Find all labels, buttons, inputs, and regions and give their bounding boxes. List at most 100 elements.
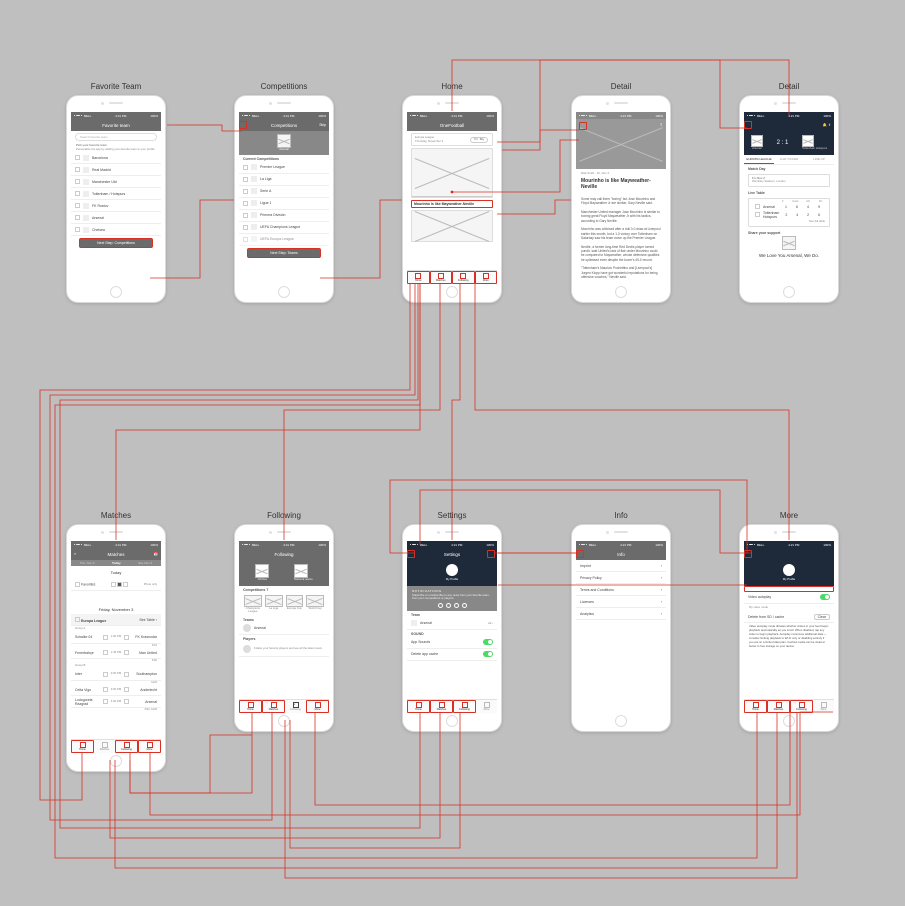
header: OneFootball [407,119,497,131]
headline[interactable]: Mourinho is like Mayweather-Neville [414,202,490,206]
fixture-row[interactable]: Celta Vigo3:00 PMAnderlecht [71,684,161,696]
profile-button[interactable]: My Profile [407,560,497,586]
league-row[interactable]: Serie A [239,186,329,198]
share-icon[interactable]: ⇪ [660,122,663,127]
bell-icon[interactable]: 🔔 [823,123,827,127]
video-autoplay-toggle[interactable]: Video autoplay [744,592,834,604]
team-row[interactable]: Arsenal [71,212,161,224]
tab-following[interactable]: Following [453,700,476,713]
status-bar: BELL 4:21 PM 100% [744,541,834,548]
tab-matches[interactable]: Matches [430,271,453,284]
back-button[interactable] [579,122,587,130]
screen-label: Matches [67,511,165,520]
league-row[interactable]: UEFA Champions League [239,222,329,234]
notif-type-icon[interactable] [462,603,467,608]
tab-lineup[interactable]: LINE UP [804,155,834,164]
tab-following[interactable]: Following [790,700,813,713]
calendar-icon[interactable]: 📅 [151,548,161,560]
skip-button[interactable]: Skip [316,119,329,131]
day-next[interactable]: Sat, Nov 4 [138,561,152,565]
tab-bar: Home Matches ★Following More [239,699,329,713]
info-item[interactable]: Analytics› [576,608,666,620]
notif-type-icon[interactable] [446,603,451,608]
tab-home[interactable]: Home [239,700,262,713]
tab-home[interactable]: Home [407,271,430,284]
league-row[interactable]: La Liga [239,174,329,186]
comp-tile[interactable]: La Liga [265,595,283,614]
info-item[interactable]: Privacy Policy› [576,572,666,584]
league-row[interactable]: Ligue 1 [239,198,329,210]
day-prev[interactable]: Thu, Nov 2 [80,561,95,565]
team-row[interactable]: Barcelona [71,152,161,164]
fixture-row[interactable]: Inter3:00 PMSouthampton [71,669,161,681]
tab-overview[interactable]: EUROPA LEAGUE [744,155,774,164]
header: Favorite team [71,119,161,131]
cache-toggle[interactable]: Delete app cache [407,649,497,661]
team-row[interactable]: Tottenham / Hotspurs [71,188,161,200]
featured-match-card[interactable]: Europa League Thursday, November 3 Tot ·… [411,133,493,146]
back-button[interactable] [407,550,415,558]
info-item[interactable]: Terms and Conditions› [576,584,666,596]
next-button[interactable]: Next Step: Competitions [79,238,153,248]
fixture-row[interactable]: Schalke 041:00 PMFK Krasnodar [71,632,161,644]
table-row: Arsenal 1 6 4 9 [751,203,827,211]
tab-more[interactable]: More [306,700,329,713]
see-full-table-link[interactable]: See full table [751,219,827,225]
team-row[interactable]: Chelsea [71,224,161,236]
team-item[interactable]: Arsenal [239,623,329,635]
info-item[interactable]: Imprint› [576,560,666,572]
share-icon[interactable]: ⇪ [828,123,831,127]
team-row[interactable]: Manchester Utd [71,176,161,188]
comp-tile[interactable]: World Cup [306,595,324,614]
tab-bar: Home Matches Following More [71,739,161,753]
tab-following[interactable]: Following [452,271,475,284]
fixture-row[interactable]: Fenerbahçe1:45 PMMan United [71,647,161,659]
league-row[interactable]: UEFA Europa League [239,234,329,246]
next-button[interactable]: Next Step: Teams [247,248,321,258]
phone-following: Following BELL 4:21 PM 100% Following Ar… [234,524,334,732]
search-input[interactable]: Search favorite team [75,133,157,141]
tab-home[interactable]: Home [71,740,94,753]
tab-following[interactable]: ★Following [285,700,306,713]
hero-article-card[interactable] [411,148,493,198]
tab-matches[interactable]: Matches [430,700,453,713]
screen-label: Detail [740,82,838,91]
back-button[interactable] [744,121,752,129]
screen-label: Home [403,82,501,91]
tab-liveticker[interactable]: LIVE TICKER [774,155,804,164]
settings-button[interactable] [744,550,752,558]
tab-more[interactable]: More [476,700,497,713]
comp-tile[interactable]: Champions League [244,595,262,614]
tab-more[interactable]: More [813,700,834,713]
back-button[interactable] [576,550,584,558]
profile-button[interactable]: My Profile [744,560,834,586]
team-row[interactable]: FK Rostov [71,200,161,212]
league-row[interactable]: Premier League [239,162,329,174]
comp-tile[interactable]: Europa Cup [286,595,304,614]
tab-more[interactable]: More [475,271,498,284]
tab-home[interactable]: Home [407,700,430,713]
notif-type-icon[interactable] [454,603,459,608]
tab-following[interactable]: Following [115,740,138,753]
status-bar: BELL 4:21 PM 100% [576,112,666,119]
back-button[interactable] [239,121,247,129]
filter-icon[interactable]: ≡ [71,548,79,560]
see-table-link[interactable]: See Table › [139,618,157,622]
team-setting-row[interactable]: ArsenalAll › [407,618,497,630]
tab-matches[interactable]: Matches [262,700,285,713]
screen-label: Competitions [235,82,333,91]
league-row[interactable]: Primera División [239,210,329,222]
info-item[interactable]: Licenses› [576,596,666,608]
tab-home[interactable]: Home [744,700,767,713]
day-today[interactable]: Today [112,561,121,565]
screen-label: More [740,511,838,520]
tab-more[interactable]: More [138,740,161,753]
team-row[interactable]: Real Madrid [71,164,161,176]
tab-matches[interactable]: Matches [767,700,790,713]
info-button[interactable] [487,550,495,558]
notif-type-icon[interactable] [438,603,443,608]
tab-matches[interactable]: Matches [94,740,115,753]
header: Following [239,548,329,560]
app-sounds-toggle[interactable]: App Sounds [407,637,497,649]
cache-row[interactable]: Delete from SD / cache Clear [744,611,834,623]
